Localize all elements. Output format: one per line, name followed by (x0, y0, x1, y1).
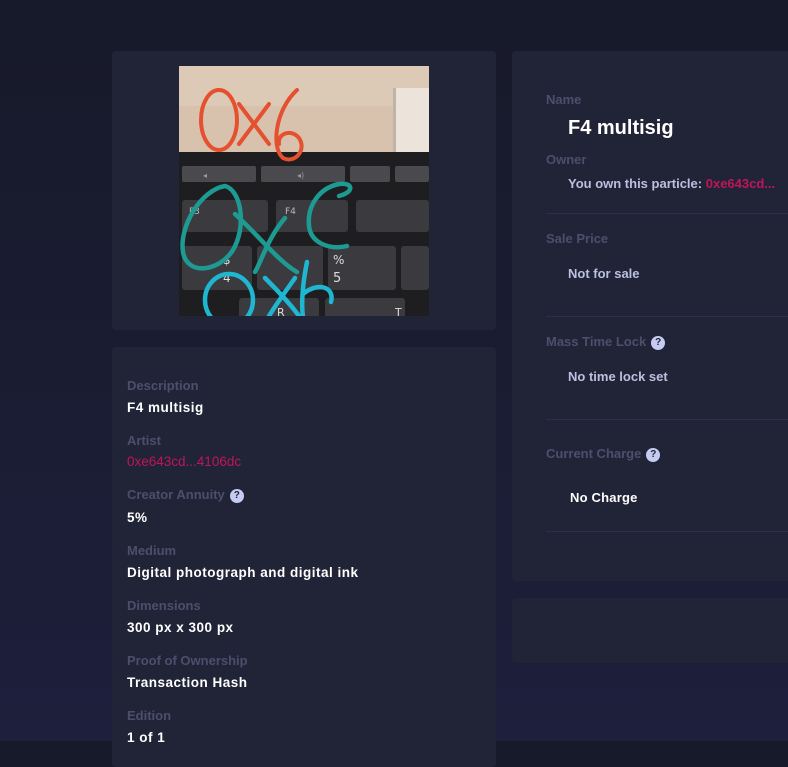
creator-annuity-label: Creator Annuity? (127, 487, 244, 503)
svg-text:%: % (333, 253, 344, 267)
creator-annuity-value: 5% (127, 510, 148, 525)
medium-value: Digital photograph and digital ink (127, 565, 359, 580)
help-icon[interactable]: ? (646, 448, 661, 462)
svg-text:T: T (394, 306, 402, 316)
svg-text:◂: ◂ (203, 171, 207, 180)
svg-text:5: 5 (333, 271, 341, 286)
time-lock-value: No time lock set (568, 369, 668, 384)
sale-price-value: Not for sale (568, 266, 640, 281)
dimensions-label: Dimensions (127, 598, 201, 613)
edition-value: 1 of 1 (127, 730, 166, 745)
svg-text:R: R (277, 306, 285, 316)
owner-label: Owner (546, 152, 587, 167)
transaction-hash-value: Transaction Hash (127, 675, 248, 690)
name-label: Name (546, 92, 582, 107)
description-value: F4 multisig (127, 400, 204, 415)
artist-label: Artist (127, 433, 161, 448)
medium-label: Medium (127, 543, 177, 558)
owner-prefix-text: You own this particle: (568, 176, 703, 191)
artist-address-link[interactable]: 0xe643cd...4106dc (127, 454, 241, 469)
owner-address-link[interactable]: 0xe643cd... (706, 176, 775, 191)
owner-value: You own this particle: 0xe643cd... (568, 176, 775, 191)
proof-of-ownership-label: Proof of Ownership (127, 653, 248, 668)
divider (546, 213, 788, 214)
divider (546, 316, 788, 317)
particle-name-value: F4 multisig (568, 117, 674, 139)
current-charge-value: No Charge (570, 490, 638, 505)
svg-text:F4: F4 (285, 207, 296, 217)
particle-artwork-image: ◂ ◂) F3 F4 $ 4 % 5 R T (179, 66, 429, 316)
particle-details-card: Description F4 multisig Artist 0xe643cd.… (112, 347, 496, 767)
help-icon[interactable]: ? (651, 336, 666, 350)
particle-info-card: Name F4 multisig Owner You own this part… (512, 51, 788, 581)
dimensions-value: 300 px x 300 px (127, 620, 234, 635)
particle-image-card: ◂ ◂) F3 F4 $ 4 % 5 R T (112, 51, 496, 330)
description-label: Description (127, 378, 199, 393)
current-charge-label-text: Current Charge (546, 446, 642, 461)
creator-annuity-label-text: Creator Annuity (127, 487, 225, 502)
svg-text:◂): ◂) (297, 171, 304, 180)
mass-time-lock-label-text: Mass Time Lock (546, 334, 647, 349)
help-icon[interactable]: ? (229, 489, 244, 503)
edition-label: Edition (127, 708, 172, 723)
particle-actions-card (512, 598, 788, 663)
sale-price-label: Sale Price (546, 231, 609, 246)
divider (546, 419, 788, 420)
current-charge-label: Current Charge? (546, 446, 661, 462)
mass-time-lock-label: Mass Time Lock? (546, 334, 666, 350)
divider (546, 531, 788, 532)
